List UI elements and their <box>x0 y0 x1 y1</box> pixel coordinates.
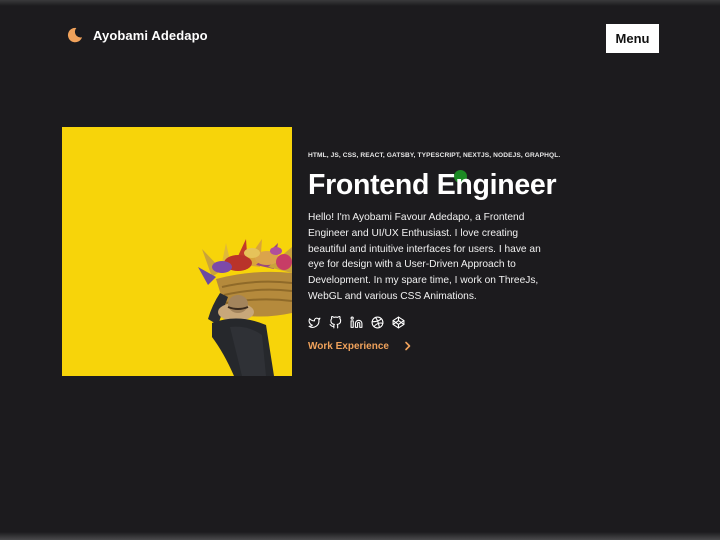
dribbble-icon[interactable] <box>371 316 384 329</box>
github-icon[interactable] <box>329 315 342 329</box>
crescent-moon-icon <box>67 27 83 43</box>
social-links <box>308 315 558 329</box>
window-bottom-edge <box>0 532 720 540</box>
menu-button[interactable]: Menu <box>606 24 659 53</box>
linkedin-icon[interactable] <box>350 316 363 329</box>
tech-stack-list: HTML, JS, CSS, REACT, GATSBY, TYPESCRIPT… <box>308 152 561 159</box>
brand-name: Ayobami Adedapo <box>93 27 208 43</box>
twitter-icon[interactable] <box>308 316 321 329</box>
brand-link[interactable]: Ayobami Adedapo <box>66 26 208 44</box>
window-top-edge <box>0 0 720 6</box>
bio-paragraph: Hello! I'm Ayobami Favour Adedapo, a Fro… <box>308 212 541 302</box>
work-experience-label: Work Experience <box>308 340 389 352</box>
hero-content: HTML, JS, CSS, REACT, GATSBY, TYPESCRIPT… <box>308 152 561 352</box>
page-title: Frontend Engineer <box>308 169 557 201</box>
codepen-icon[interactable] <box>392 316 405 329</box>
hero-image <box>62 127 292 376</box>
chevron-right-icon <box>405 341 411 351</box>
person-with-flower-basket-illustration <box>62 127 292 376</box>
work-experience-link[interactable]: Work Experience <box>308 341 558 352</box>
